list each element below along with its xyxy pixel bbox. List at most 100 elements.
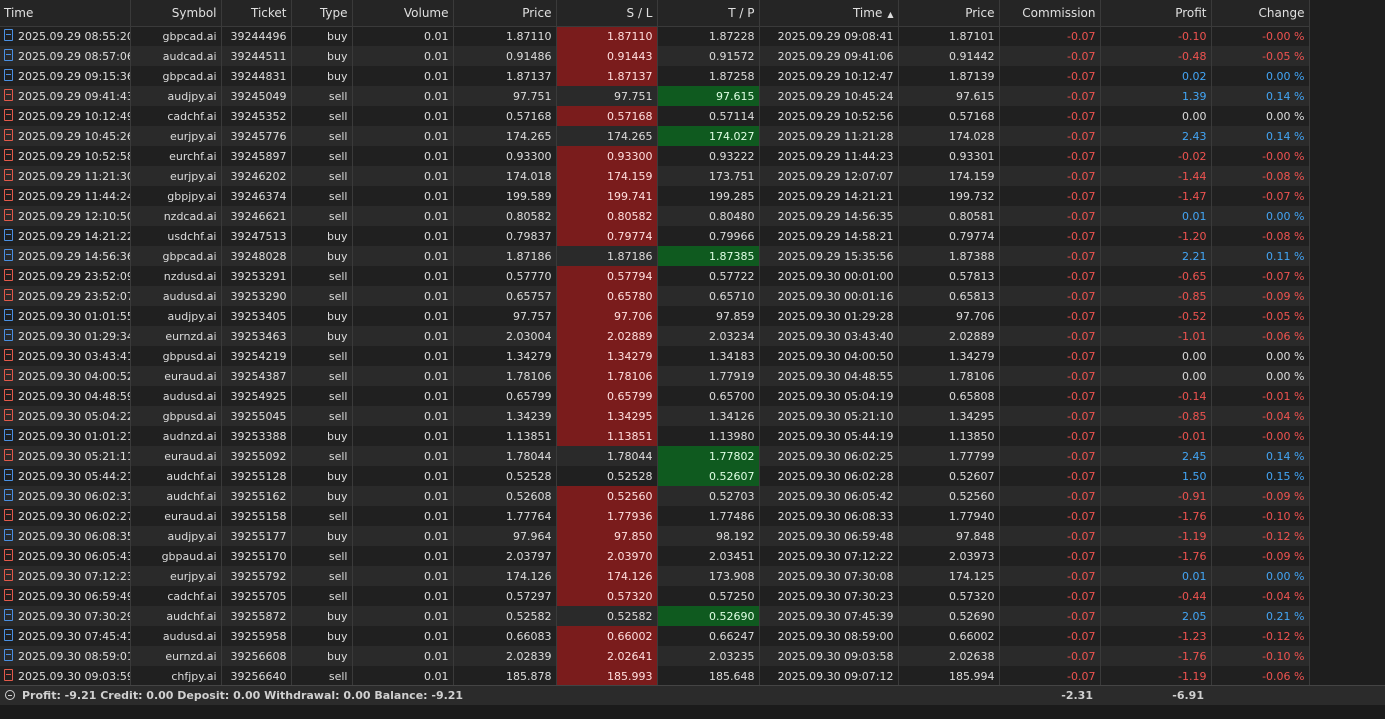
cell-time: 2025.09.29 23:52:07 [0,286,131,306]
cell-time: 2025.09.30 03:43:41 [0,346,131,366]
cell-profit: 0.01 [1100,566,1212,586]
table-row[interactable]: 2025.09.30 03:43:41 gbpusd.ai 39254219 sell… [0,346,1310,366]
table-row[interactable]: 2025.09.29 11:21:30 eurjpy.ai 39246202 sell… [0,166,1310,186]
col-header-close-time[interactable]: Time ▲ [759,0,899,27]
table-row[interactable]: 2025.09.29 14:21:22 usdchf.ai 39247513 buy 0… [0,226,1310,246]
cell-tp: 1.87385 [657,246,760,266]
table-row[interactable]: 2025.09.30 07:45:41 audusd.ai 39255958 buy 0… [0,626,1310,646]
cell-price: 174.265 [453,126,557,146]
sell-order-icon [4,549,13,561]
cell-close-time: 2025.09.30 09:07:12 [759,666,899,686]
cell-sl: 97.850 [556,526,658,546]
cell-time: 2025.09.29 14:56:36 [0,246,131,266]
table-row[interactable]: 2025.09.30 01:01:21 audnzd.ai 39253388 buy 0… [0,426,1310,446]
cell-volume: 0.01 [352,346,454,366]
table-row[interactable]: 2025.09.30 01:01:55 audjpy.ai 39253405 buy 0… [0,306,1310,326]
cell-volume: 0.01 [352,506,454,526]
table-row[interactable]: 2025.09.30 01:29:34 eurnzd.ai 39253463 buy 0… [0,326,1310,346]
cell-type: sell [291,386,353,406]
table-row[interactable]: 2025.09.30 06:02:27 euraud.ai 39255158 sell… [0,506,1310,526]
cell-change: 0.14 % [1211,446,1310,466]
col-header-symbol[interactable]: Symbol [130,0,222,27]
cell-change: -0.05 % [1211,306,1310,326]
cell-volume: 0.01 [352,166,454,186]
table-row[interactable]: 2025.09.29 09:15:36 gbpcad.ai 39244831 buy 0… [0,66,1310,86]
col-header-type[interactable]: Type [291,0,353,27]
table-row[interactable]: 2025.09.30 04:00:52 euraud.ai 39254387 sell… [0,366,1310,386]
table-row[interactable]: 2025.09.30 04:48:59 audusd.ai 39254925 sell… [0,386,1310,406]
cell-tp: 174.027 [657,126,760,146]
table-row[interactable]: 2025.09.29 08:55:20 gbpcad.ai 39244496 buy 0… [0,26,1310,46]
table-row[interactable]: 2025.09.29 10:45:26 eurjpy.ai 39245776 sell… [0,126,1310,146]
cell-tp: 173.908 [657,566,760,586]
cell-price: 0.66083 [453,626,557,646]
cell-time-text: 2025.09.29 14:21:22 [18,230,130,243]
table-row[interactable]: 2025.09.29 14:56:36 gbpcad.ai 39248028 buy 0… [0,246,1310,266]
table-row[interactable]: 2025.09.30 06:59:49 cadchf.ai 39255705 sell… [0,586,1310,606]
cell-time-text: 2025.09.30 06:05:43 [18,550,130,563]
cell-change: 0.00 % [1211,366,1310,386]
cell-close-time: 2025.09.30 06:59:48 [759,526,899,546]
cell-sl: 1.34279 [556,346,658,366]
table-row[interactable]: 2025.09.29 09:41:43 audjpy.ai 39245049 sell… [0,86,1310,106]
cell-commission: -0.07 [999,426,1101,446]
table-row[interactable]: 2025.09.29 10:52:58 eurchf.ai 39245897 sell… [0,146,1310,166]
cell-close-time: 2025.09.30 04:48:55 [759,366,899,386]
cell-time: 2025.09.30 01:01:21 [0,426,131,446]
cell-profit: 2.05 [1100,606,1212,626]
cell-commission: -0.07 [999,246,1101,266]
cell-commission: -0.07 [999,306,1101,326]
table-row[interactable]: 2025.09.30 05:21:11 euraud.ai 39255092 sell… [0,446,1310,466]
table-row[interactable]: 2025.09.29 12:10:50 nzdcad.ai 39246621 sell… [0,206,1310,226]
cell-close-time: 2025.09.30 05:21:10 [759,406,899,426]
col-header-time[interactable]: Time [0,0,131,27]
col-header-profit[interactable]: Profit [1100,0,1212,27]
cell-symbol: audchf.ai [130,606,222,626]
cell-close-price: 0.65813 [898,286,1000,306]
table-row[interactable]: 2025.09.30 07:12:23 eurjpy.ai 39255792 sell… [0,566,1310,586]
col-header-tp[interactable]: T / P [657,0,760,27]
cell-type: sell [291,586,353,606]
cell-close-time: 2025.09.30 00:01:00 [759,266,899,286]
table-row[interactable]: 2025.09.30 07:30:29 audchf.ai 39255872 buy 0… [0,606,1310,626]
table-row[interactable]: 2025.09.30 09:03:59 chfjpy.ai 39256640 sell… [0,666,1310,686]
col-header-ticket[interactable]: Ticket [221,0,292,27]
cell-close-price: 0.52690 [898,606,1000,626]
cell-close-time: 2025.09.29 10:45:24 [759,86,899,106]
table-row[interactable]: 2025.09.29 23:52:09 nzdusd.ai 39253291 sell… [0,266,1310,286]
collapse-circle-icon[interactable] [5,690,15,700]
col-header-close-price[interactable]: Price [898,0,1000,27]
cell-change: -0.08 % [1211,166,1310,186]
cell-close-time: 2025.09.30 05:44:19 [759,426,899,446]
table-row[interactable]: 2025.09.30 06:05:43 gbpaud.ai 39255170 sell… [0,546,1310,566]
cell-commission: -0.07 [999,646,1101,666]
table-row[interactable]: 2025.09.29 10:12:49 cadchf.ai 39245352 sell… [0,106,1310,126]
table-row[interactable]: 2025.09.29 08:57:06 audcad.ai 39244511 buy 0… [0,46,1310,66]
col-header-volume[interactable]: Volume [352,0,454,27]
table-row[interactable]: 2025.09.29 23:52:07 audusd.ai 39253290 sell… [0,286,1310,306]
cell-commission: -0.07 [999,606,1101,626]
table-row[interactable]: 2025.09.30 06:08:35 audjpy.ai 39255177 buy 0… [0,526,1310,546]
table-row[interactable]: 2025.09.29 11:44:24 gbpjpy.ai 39246374 sell… [0,186,1310,206]
table-row[interactable]: 2025.09.30 05:04:22 gbpusd.ai 39255045 sell… [0,406,1310,426]
cell-close-time: 2025.09.30 07:45:39 [759,606,899,626]
cell-close-price: 0.65808 [898,386,1000,406]
col-header-commission[interactable]: Commission [999,0,1101,27]
table-row[interactable]: 2025.09.30 08:59:01 eurnzd.ai 39256608 buy 0… [0,646,1310,666]
cell-change: 0.11 % [1211,246,1310,266]
cell-time-text: 2025.09.30 03:43:41 [18,350,130,363]
cell-close-price: 0.57320 [898,586,1000,606]
cell-volume: 0.01 [352,546,454,566]
cell-close-price: 0.79774 [898,226,1000,246]
cell-ticket: 39255162 [221,486,292,506]
cell-time-text: 2025.09.29 08:55:20 [18,30,130,44]
cell-symbol: eurjpy.ai [130,566,222,586]
col-header-sl[interactable]: S / L [556,0,658,27]
col-header-change[interactable]: Change [1211,0,1310,27]
col-header-price[interactable]: Price [453,0,557,27]
cell-commission: -0.07 [999,146,1101,166]
table-row[interactable]: 2025.09.30 05:44:21 audchf.ai 39255128 buy 0… [0,466,1310,486]
table-row[interactable]: 2025.09.30 06:02:31 audchf.ai 39255162 buy 0… [0,486,1310,506]
cell-type: sell [291,546,353,566]
buy-order-icon [4,489,13,501]
